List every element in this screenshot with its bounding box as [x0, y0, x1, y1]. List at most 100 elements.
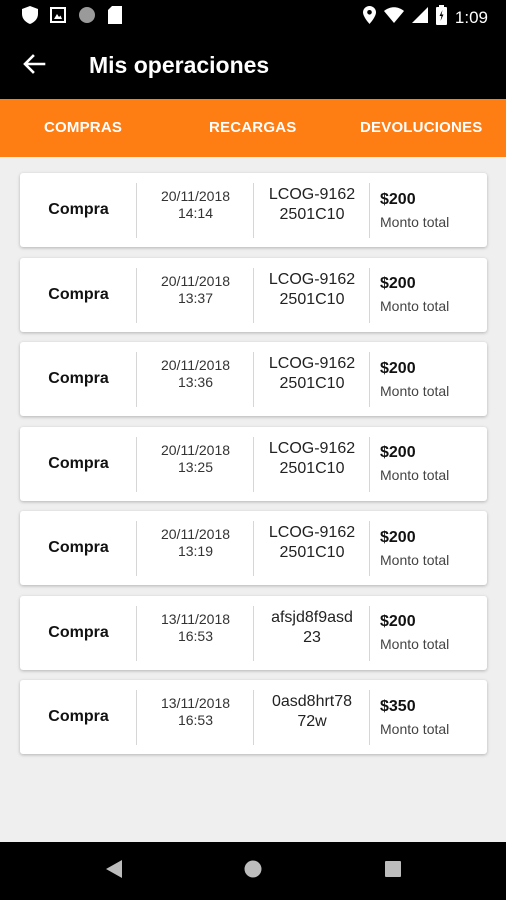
- operation-reference: LCOG-9162 2501C10: [254, 258, 370, 332]
- amount-label: Monto total: [380, 551, 450, 568]
- operation-reference: LCOG-9162 2501C10: [254, 342, 370, 416]
- operation-datetime: 20/11/2018 13:19: [137, 511, 254, 585]
- operation-type: Compra: [48, 454, 109, 472]
- divider: [369, 521, 370, 576]
- operations-list: Compra 20/11/2018 14:14 LCOG-9162 2501C1…: [20, 173, 487, 765]
- operation-amount: $200: [380, 528, 416, 546]
- divider: [369, 183, 370, 238]
- reference-line: LCOG-9162: [268, 524, 356, 541]
- operation-datetime: 20/11/2018 14:14: [137, 173, 254, 247]
- divider: [369, 267, 370, 323]
- reference-line: LCOG-9162: [268, 439, 356, 457]
- location-icon: [362, 6, 376, 29]
- app-bar: Mis operaciones: [0, 32, 506, 99]
- nav-back-icon: [106, 859, 122, 883]
- circle-icon: [78, 6, 96, 29]
- operation-date: 20/11/2018: [160, 357, 231, 373]
- nav-recent-button[interactable]: [384, 860, 402, 882]
- tab-devoluciones[interactable]: DEVOLUCIONES: [360, 119, 482, 136]
- battery-icon: [435, 5, 447, 30]
- reference-line: LCOG-9162: [268, 270, 356, 288]
- reference-line: 2501C10: [279, 375, 345, 392]
- operation-datetime: 13/11/2018 16:53: [137, 680, 254, 754]
- signal-icon: [411, 7, 428, 28]
- sd-card-icon: [108, 6, 122, 29]
- divider: [369, 605, 370, 661]
- page-title: Mis operaciones: [89, 52, 270, 78]
- reference-line: LCOG-9162: [268, 186, 356, 203]
- operation-reference: 0asd8hrt78 72w: [254, 680, 370, 754]
- operation-amount-block: $200 Monto total: [380, 511, 487, 585]
- reference-line: LCOG-9162: [268, 355, 356, 372]
- operation-date: 20/11/2018: [160, 526, 231, 542]
- amount-label: Monto total: [380, 382, 450, 399]
- operation-amount: $200: [380, 444, 416, 461]
- operation-type: Compra: [48, 539, 109, 556]
- operation-date: 20/11/2018: [160, 441, 231, 458]
- operation-amount: $200: [380, 190, 416, 208]
- amount-label: Monto total: [380, 636, 450, 652]
- operation-time: 13:37: [177, 289, 214, 306]
- operation-amount-block: $200 Monto total: [380, 427, 487, 501]
- nav-home-icon: [244, 860, 262, 883]
- operation-type: Compra: [48, 370, 109, 387]
- operation-card[interactable]: Compra 20/11/2018 13:19 LCOG-9162 2501C1…: [20, 511, 487, 585]
- operation-card[interactable]: Compra 13/11/2018 16:53 afsjd8f9asd 23 $…: [20, 595, 487, 670]
- operation-amount-block: $350 Monto total: [380, 680, 487, 754]
- nav-back-button[interactable]: [105, 859, 123, 883]
- operation-amount: $350: [380, 697, 416, 715]
- amount-label: Monto total: [380, 213, 450, 230]
- divider: [369, 690, 370, 745]
- operation-card[interactable]: Compra 20/11/2018 13:37 LCOG-9162 2501C1…: [20, 257, 487, 332]
- operation-time: 13:25: [177, 458, 214, 475]
- navigation-bar: [0, 842, 506, 900]
- operation-date: 13/11/2018: [160, 695, 231, 711]
- photo-icon: [50, 7, 66, 28]
- operation-datetime: 20/11/2018 13:25: [137, 427, 254, 501]
- operation-reference: afsjd8f9asd 23: [254, 596, 370, 670]
- nav-recent-icon: [385, 860, 401, 882]
- operation-amount: $200: [380, 275, 416, 292]
- arrow-left-icon: [22, 52, 46, 81]
- amount-label: Monto total: [380, 298, 450, 314]
- operation-amount-block: $200 Monto total: [380, 258, 487, 332]
- operation-datetime: 13/11/2018 16:53: [137, 596, 254, 670]
- operation-card[interactable]: Compra 20/11/2018 13:36 LCOG-9162 2501C1…: [20, 342, 487, 416]
- operation-time: 16:53: [177, 712, 214, 728]
- operation-amount-block: $200 Monto total: [380, 342, 487, 416]
- operation-type: Compra: [48, 708, 109, 725]
- divider: [369, 436, 370, 492]
- back-button[interactable]: [20, 52, 48, 80]
- reference-line: 0asd8hrt78: [271, 693, 353, 710]
- reference-line: 72w: [297, 713, 327, 730]
- operation-reference: LCOG-9162 2501C10: [254, 427, 370, 501]
- amount-label: Monto total: [380, 467, 450, 483]
- shield-icon: [22, 6, 38, 29]
- operation-card[interactable]: Compra 20/11/2018 14:14 LCOG-9162 2501C1…: [20, 173, 487, 247]
- operation-card[interactable]: Compra 20/11/2018 13:25 LCOG-9162 2501C1…: [20, 426, 487, 501]
- reference-line: 2501C10: [279, 290, 345, 308]
- operation-date: 20/11/2018: [160, 188, 231, 204]
- operation-datetime: 20/11/2018 13:36: [137, 342, 254, 416]
- operation-date: 13/11/2018: [160, 610, 231, 627]
- reference-line: 23: [303, 628, 321, 646]
- operation-amount: $200: [380, 613, 416, 630]
- operation-card[interactable]: Compra 13/11/2018 16:53 0asd8hrt78 72w $…: [20, 680, 487, 754]
- reference-line: 2501C10: [279, 459, 345, 477]
- nav-home-button[interactable]: [244, 860, 262, 883]
- operation-type: Compra: [48, 623, 109, 641]
- tab-recargas[interactable]: RECARGAS: [209, 119, 296, 136]
- tab-compras[interactable]: COMPRAS: [44, 119, 122, 136]
- operation-time: 16:53: [177, 627, 214, 644]
- operation-time: 13:19: [177, 543, 214, 559]
- operation-reference: LCOG-9162 2501C10: [254, 511, 370, 585]
- operation-type: Compra: [48, 201, 109, 218]
- operation-reference: LCOG-9162 2501C10: [254, 173, 370, 247]
- operation-datetime: 20/11/2018 13:37: [137, 258, 254, 332]
- operation-date: 20/11/2018: [160, 272, 231, 289]
- tab-bar: COMPRAS RECARGAS DEVOLUCIONES: [0, 99, 506, 157]
- operation-type: Compra: [48, 285, 109, 303]
- wifi-icon: [383, 7, 404, 28]
- status-bar: 1:09: [0, 0, 506, 32]
- amount-label: Monto total: [380, 720, 450, 737]
